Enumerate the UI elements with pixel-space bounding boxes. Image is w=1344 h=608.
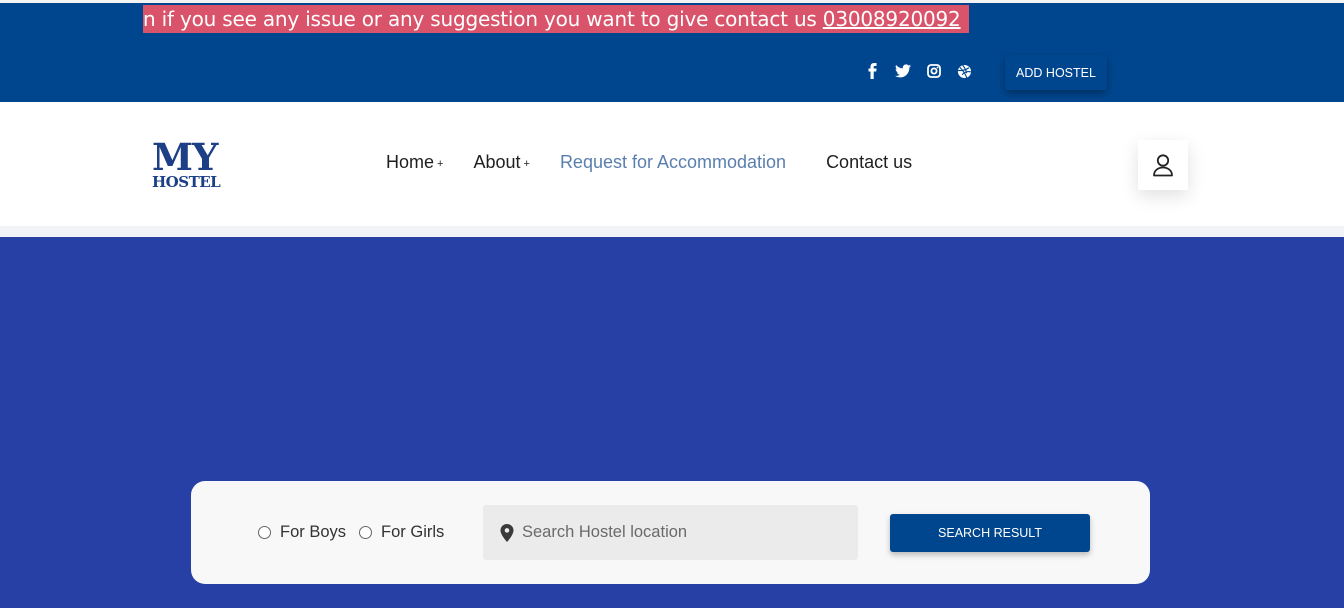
logo-line-1: MY <box>152 135 218 179</box>
radio-for-boys[interactable]: For Boys <box>258 523 346 542</box>
nav-item-request-accommodation[interactable]: Request for Accommodation <box>560 152 786 173</box>
facebook-icon[interactable] <box>856 60 887 82</box>
search-card: For Boys For Girls SEARCH RESULT <box>191 481 1150 584</box>
notice-marquee: n if you see any issue or any suggestion… <box>143 5 969 33</box>
plus-icon: + <box>437 158 444 170</box>
nav-item-label: About <box>473 152 521 172</box>
radio-circle-icon[interactable] <box>258 526 271 539</box>
radio-label: For Girls <box>381 523 445 541</box>
add-hostel-button[interactable]: ADD HOSTEL <box>1005 55 1107 90</box>
hero-banner: For Boys For Girls SEARCH RESULT <box>0 237 1344 608</box>
twitter-icon[interactable] <box>887 60 918 82</box>
notice-phone-link[interactable]: 03008920092 <box>823 7 961 31</box>
gender-radio-group: For Boys For Girls <box>258 523 457 542</box>
user-account-button[interactable] <box>1138 140 1188 190</box>
instagram-icon[interactable] <box>918 60 949 82</box>
site-logo[interactable]: MY HOSTEL <box>152 135 221 192</box>
nav-item-label: Home <box>386 152 435 172</box>
location-search-input[interactable] <box>522 523 842 542</box>
logo-line-2: HOSTEL <box>152 173 221 191</box>
nav-item-label: Request for Accommodation <box>559 152 787 172</box>
search-result-button[interactable]: SEARCH RESULT <box>890 514 1090 552</box>
notice-text: n if you see any issue or any suggestion… <box>143 7 823 31</box>
radio-label: For Boys <box>280 523 347 541</box>
nav-item-label: Contact us <box>826 152 913 172</box>
nav-item-home[interactable]: Home + <box>386 152 443 173</box>
location-search-box[interactable] <box>483 505 858 560</box>
radio-for-girls[interactable]: For Girls <box>359 523 444 542</box>
social-links <box>856 60 980 82</box>
nav-menu: Home + About + Request for Accommodation C… <box>386 152 942 173</box>
user-icon <box>1153 154 1173 177</box>
header-divider <box>0 226 1344 237</box>
map-pin-icon <box>500 523 514 542</box>
top-bar: n if you see any issue or any suggestion… <box>0 0 1344 102</box>
main-navbar: MY HOSTEL Home + About + Request for Accom… <box>0 102 1344 226</box>
nav-item-contact[interactable]: Contact us <box>826 152 912 173</box>
dribbble-icon[interactable] <box>949 60 980 82</box>
plus-icon: + <box>523 158 530 170</box>
radio-circle-icon[interactable] <box>359 526 373 539</box>
nav-item-about[interactable]: About + <box>473 152 529 173</box>
